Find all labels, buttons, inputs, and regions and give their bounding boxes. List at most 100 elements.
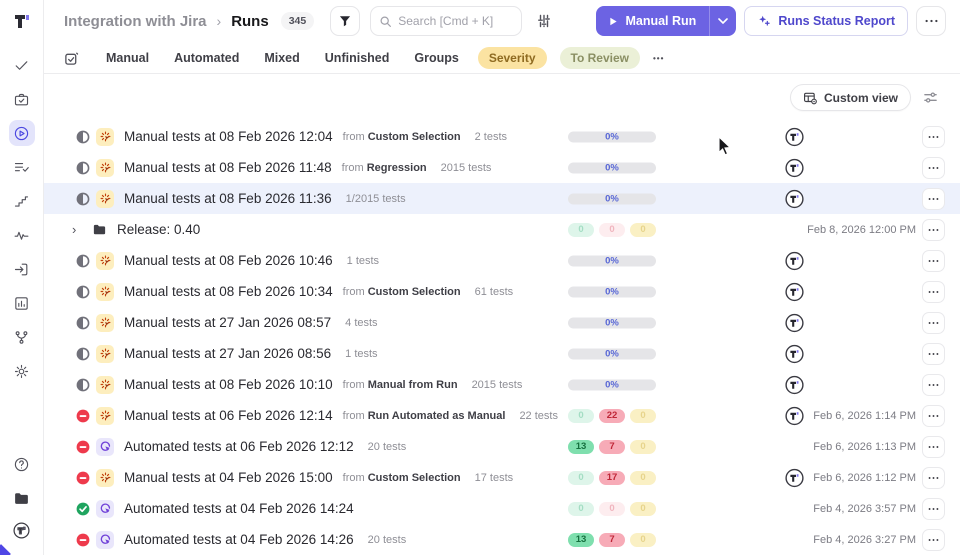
- red-count-pill: 17: [599, 470, 625, 485]
- sidebar-item-reports[interactable]: [9, 290, 35, 316]
- run-source: from Custom Selection: [342, 285, 461, 298]
- manual-run-icon: [96, 468, 114, 487]
- run-row[interactable]: Automated tests at 06 Feb 2026 12:12 20 t…: [44, 431, 960, 462]
- folder-icon: [13, 490, 30, 507]
- runs-status-report-label: Runs Status Report: [778, 14, 895, 29]
- row-menu-button[interactable]: [922, 156, 945, 179]
- sidebar-item-import[interactable]: [9, 256, 35, 282]
- group-row[interactable]: › Release: 0.40 0 0 0 Feb 8, 2026 12:00 PM: [44, 214, 960, 245]
- run-row[interactable]: Manual tests at 27 Jan 2026 08:57 4 tests…: [44, 307, 960, 338]
- filter-to-review[interactable]: To Review: [559, 47, 640, 70]
- assignee-avatar: [785, 468, 804, 487]
- assignee-avatar: [785, 313, 804, 332]
- run-row[interactable]: Manual tests at 06 Feb 2026 12:14 from Ru…: [44, 400, 960, 431]
- sidebar-item-tests[interactable]: [9, 52, 35, 78]
- run-title: Manual tests at 08 Feb 2026 10:10: [124, 377, 333, 392]
- run-row[interactable]: Manual tests at 04 Feb 2026 15:00 from Cu…: [44, 462, 960, 493]
- adjustments-icon[interactable]: [536, 13, 552, 29]
- folder-icon: [92, 222, 107, 237]
- run-row[interactable]: Automated tests at 04 Feb 2026 14:26 20 t…: [44, 524, 960, 555]
- manual-run-icon: [96, 282, 114, 301]
- play-icon: [609, 17, 618, 26]
- run-row[interactable]: Manual tests at 08 Feb 2026 10:10 from Ma…: [44, 369, 960, 400]
- run-row[interactable]: Automated tests at 04 Feb 2026 14:24 0 0 0 F…: [44, 493, 960, 524]
- sidebar-item-settings[interactable]: [9, 358, 35, 384]
- row-menu-button[interactable]: [922, 218, 945, 241]
- filters-more-button[interactable]: •••: [653, 54, 664, 63]
- sidebar-item-branches[interactable]: [9, 324, 35, 350]
- search-input[interactable]: [398, 14, 514, 29]
- filter-severity[interactable]: Severity: [477, 47, 547, 70]
- header-more-button[interactable]: [916, 6, 946, 37]
- tests-count: 20 tests: [367, 440, 407, 453]
- red-count-pill: 7: [599, 439, 625, 454]
- runs-status-report-button[interactable]: Runs Status Report: [744, 6, 908, 37]
- tab-manual[interactable]: Manual: [100, 47, 155, 69]
- sidebar-item-help[interactable]: [9, 451, 35, 477]
- sidebar-item-projects[interactable]: [9, 485, 35, 511]
- select-all-icon[interactable]: [64, 51, 79, 66]
- sidebar-item-analytics[interactable]: [9, 222, 35, 248]
- row-menu-button[interactable]: [922, 497, 945, 520]
- run-row[interactable]: Manual tests at 08 Feb 2026 10:46 1 tests…: [44, 245, 960, 276]
- row-menu-button[interactable]: [922, 342, 945, 365]
- assignee-avatar: [785, 406, 804, 425]
- manual-run-icon: [96, 189, 114, 208]
- manual-run-icon: [96, 313, 114, 332]
- topbar: Integration with Jira › Runs 345 Search …: [44, 0, 960, 43]
- progress-value: 0%: [605, 162, 619, 173]
- green-count-pill: 13: [568, 532, 594, 547]
- tests-count: 61 tests: [474, 285, 514, 298]
- row-menu-button[interactable]: [922, 249, 945, 272]
- user-avatar[interactable]: [9, 517, 35, 543]
- ellipsis-icon: [928, 228, 939, 232]
- sidebar-item-plans[interactable]: [9, 154, 35, 180]
- row-menu-button[interactable]: [922, 404, 945, 427]
- run-row[interactable]: Manual tests at 27 Jan 2026 08:56 1 tests…: [44, 338, 960, 369]
- row-menu-button[interactable]: [922, 280, 945, 303]
- tab-unfinished[interactable]: Unfinished: [319, 47, 396, 69]
- chevron-right-icon[interactable]: ›: [72, 222, 84, 237]
- status-failed-icon: [76, 471, 90, 485]
- tests-count: 2 tests: [474, 130, 508, 143]
- run-row[interactable]: Manual tests at 08 Feb 2026 12:04 from Cu…: [44, 121, 960, 152]
- run-title: Manual tests at 08 Feb 2026 10:34: [124, 284, 333, 299]
- run-row[interactable]: Manual tests at 08 Feb 2026 10:34 from Cu…: [44, 276, 960, 307]
- tests-count: 1/2015 tests: [345, 192, 406, 205]
- run-title: Manual tests at 08 Feb 2026 11:36: [124, 191, 332, 206]
- red-count-pill: 0: [599, 222, 625, 237]
- run-row[interactable]: Manual tests at 08 Feb 2026 11:48 from Re…: [44, 152, 960, 183]
- status-failed-icon: [76, 533, 90, 547]
- row-menu-button[interactable]: [922, 373, 945, 396]
- row-menu-button[interactable]: [922, 187, 945, 210]
- sidebar-item-suites[interactable]: [9, 86, 35, 112]
- sliders-icon[interactable]: [923, 90, 938, 105]
- green-count-pill: 0: [568, 408, 594, 423]
- search-box[interactable]: [370, 6, 523, 37]
- progress-bar: 0%: [568, 193, 656, 204]
- manual-run-button[interactable]: Manual Run: [596, 6, 737, 37]
- run-date: Feb 6, 2026 1:13 PM: [813, 440, 916, 453]
- row-menu-button[interactable]: [922, 528, 945, 551]
- table-settings-icon: [803, 91, 817, 105]
- sidebar-item-steps[interactable]: [9, 188, 35, 214]
- tab-mixed[interactable]: Mixed: [258, 47, 305, 69]
- tab-groups[interactable]: Groups: [408, 47, 464, 69]
- manual-run-icon: [96, 344, 114, 363]
- row-menu-button[interactable]: [922, 435, 945, 458]
- filter-button[interactable]: [330, 6, 361, 37]
- run-source: from Regression: [341, 161, 427, 174]
- row-menu-button[interactable]: [922, 125, 945, 148]
- sidebar-item-runs[interactable]: [8, 120, 35, 146]
- tab-automated[interactable]: Automated: [168, 47, 245, 69]
- run-row[interactable]: Manual tests at 08 Feb 2026 11:36 1/2015 …: [44, 183, 960, 214]
- row-menu-button[interactable]: [922, 311, 945, 334]
- custom-view-button[interactable]: Custom view: [789, 84, 911, 112]
- assignee-avatar: [785, 282, 804, 301]
- run-source: from Custom Selection: [342, 471, 461, 484]
- row-menu-button[interactable]: [922, 466, 945, 489]
- status-failed-icon: [76, 409, 90, 423]
- breadcrumb-project[interactable]: Integration with Jira: [64, 13, 207, 30]
- yellow-count-pill: 0: [630, 222, 656, 237]
- manual-run-dropdown[interactable]: [709, 6, 736, 37]
